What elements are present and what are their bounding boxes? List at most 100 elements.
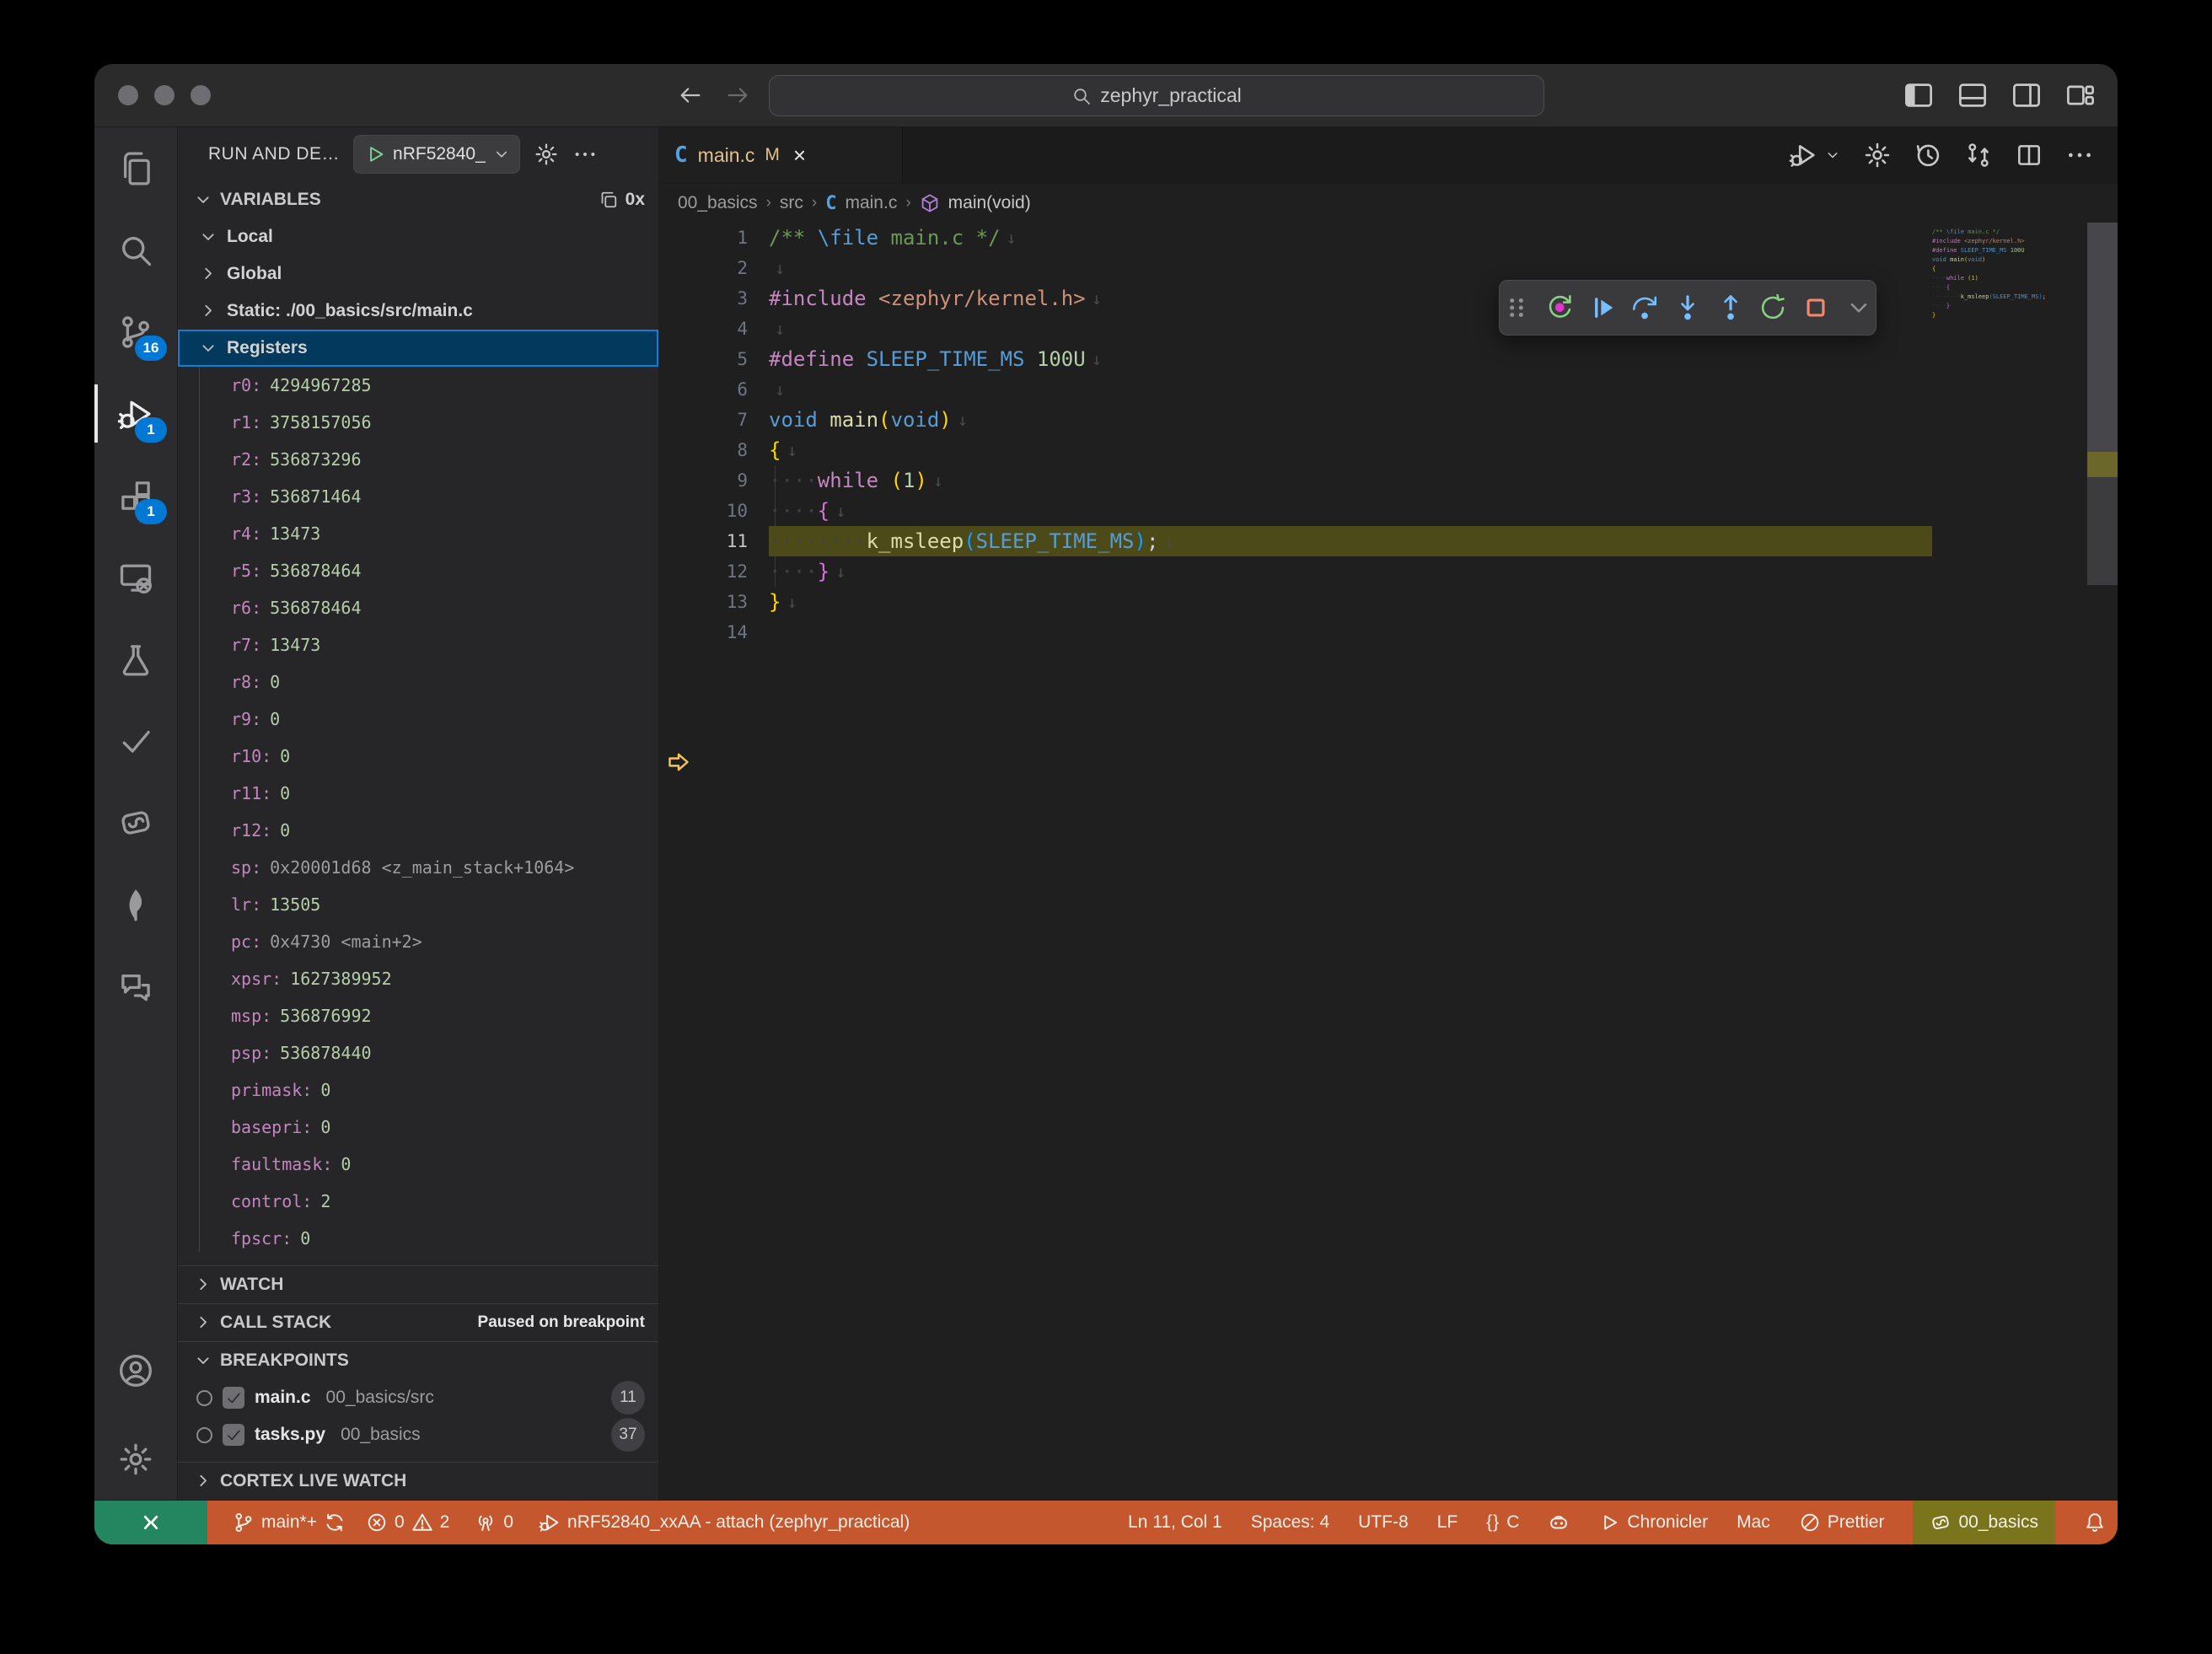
variables-scope-registers[interactable]: Registers [178, 330, 658, 367]
code-line-1[interactable]: 1/** \file main.c */↓ [659, 223, 1932, 253]
step-over-button[interactable] [1628, 289, 1662, 326]
register-row-r6[interactable]: r6:536878464 [178, 589, 658, 626]
activity-bar-item-workspace-tool[interactable] [94, 781, 177, 863]
line-number[interactable]: 12 [659, 561, 748, 582]
activity-bar-item-search[interactable] [94, 209, 177, 291]
restart-button[interactable] [1756, 289, 1791, 326]
step-out-button[interactable] [1713, 289, 1748, 326]
workspace-status[interactable]: 00_basics [1913, 1501, 2055, 1544]
code-line-8[interactable]: 8{↓ [659, 435, 1932, 465]
editor-more-icon[interactable] [2065, 141, 2094, 169]
line-number[interactable]: 5 [659, 349, 748, 369]
code-line-14[interactable]: 14 [659, 617, 1932, 647]
variables-scope-local[interactable]: Local [178, 218, 658, 255]
remote-indicator[interactable] [94, 1501, 207, 1544]
hex-format-toggle[interactable]: 0x [625, 190, 645, 210]
line-number[interactable]: 11 [659, 531, 748, 551]
command-center[interactable]: zephyr_practical [769, 75, 1544, 116]
call-stack-section-header[interactable]: CALL STACK Paused on breakpoint [178, 1303, 658, 1341]
activity-bar-item-explorer[interactable] [94, 127, 177, 209]
scrollbar-track[interactable] [2087, 223, 2118, 585]
cortex-live-watch-section-header[interactable]: CORTEX LIVE WATCH [178, 1462, 658, 1500]
editor-settings-icon[interactable] [1863, 141, 1892, 169]
register-row-r5[interactable]: r5:536878464 [178, 552, 658, 589]
activity-bar-item-source-control[interactable]: 16 [94, 291, 177, 373]
breadcrumb-item[interactable]: main(void) [948, 193, 1031, 213]
register-row-r2[interactable]: r2:536873296 [178, 441, 658, 478]
continue-button[interactable] [1585, 289, 1619, 326]
scrollbar-slider[interactable] [2087, 223, 2118, 452]
breakpoints-section-header[interactable]: BREAKPOINTS [178, 1341, 658, 1379]
timeline-history-icon[interactable] [1914, 141, 1942, 169]
line-number[interactable]: 8 [659, 440, 748, 460]
register-row-r10[interactable]: r10:0 [178, 738, 658, 775]
code-line-10[interactable]: 10····{↓ [659, 496, 1932, 526]
minimize-window-button[interactable] [154, 85, 174, 105]
breakpoint-row-tasks-py[interactable]: tasks.py00_basics37 [178, 1416, 658, 1453]
toggle-primary-sidebar-button[interactable] [1903, 80, 1934, 110]
register-row-xpsr[interactable]: xpsr:1627389952 [178, 960, 658, 997]
line-number[interactable]: 14 [659, 622, 748, 642]
branch-status[interactable]: main*+ [233, 1501, 346, 1544]
debug-settings-gear-icon[interactable] [534, 142, 559, 167]
register-row-basepri[interactable]: basepri:0 [178, 1109, 658, 1146]
line-number[interactable]: 10 [659, 501, 748, 521]
split-editor-icon[interactable] [2015, 141, 2043, 169]
code-line-5[interactable]: 5#define SLEEP_TIME_MS 100U↓ [659, 344, 1932, 374]
run-or-debug-icon[interactable] [1789, 141, 1817, 169]
watch-section-header[interactable]: WATCH [178, 1265, 658, 1303]
line-number[interactable]: 2 [659, 258, 748, 278]
line-number[interactable]: 1 [659, 228, 748, 248]
toggle-panel-button[interactable] [1957, 80, 1988, 110]
chronicler-status[interactable]: Chronicler [1598, 1501, 1708, 1544]
activity-bar-item-accounts[interactable] [94, 1329, 177, 1411]
breakpoint-row-main-c[interactable]: main.c00_basics/src11 [178, 1379, 658, 1416]
breakpoint-checkbox[interactable] [223, 1424, 244, 1446]
start-debug-icon[interactable] [364, 143, 386, 165]
breadcrumb-item[interactable]: 00_basics [678, 193, 758, 213]
register-row-r1[interactable]: r1:3758157056 [178, 404, 658, 441]
stop-button[interactable] [1799, 289, 1833, 326]
line-number[interactable]: 3 [659, 288, 748, 309]
cursor-position[interactable]: Ln 11, Col 1 [1128, 1501, 1222, 1544]
back-button[interactable] [678, 83, 703, 108]
activity-bar-item-run-and-debug[interactable]: 1 [94, 373, 177, 454]
encoding[interactable]: UTF-8 [1358, 1501, 1409, 1544]
minimap[interactable]: /** \file main.c */#include <zephyr/kern… [1932, 228, 2087, 320]
register-row-r3[interactable]: r3:536871464 [178, 478, 658, 515]
variables-scope-static-00-basics-src-main-c[interactable]: Static: ./00_basics/src/main.c [178, 293, 658, 330]
eol-indicator[interactable]: LF [1437, 1501, 1458, 1544]
code-line-2[interactable]: 2↓ [659, 253, 1932, 283]
breakpoint-checkbox[interactable] [223, 1387, 244, 1409]
debug-more-chevron[interactable] [1841, 289, 1876, 326]
toggle-secondary-sidebar-button[interactable] [2011, 80, 2042, 110]
breadcrumb-item[interactable]: src [780, 193, 803, 213]
indentation[interactable]: Spaces: 4 [1251, 1501, 1329, 1544]
line-number[interactable]: 6 [659, 379, 748, 400]
line-number[interactable]: 13 [659, 592, 748, 612]
code-line-13[interactable]: 13}↓ [659, 587, 1932, 617]
close-window-button[interactable] [118, 85, 138, 105]
register-row-r9[interactable]: r9:0 [178, 701, 658, 738]
register-row-msp[interactable]: msp:536876992 [178, 997, 658, 1034]
launch-config-dropdown[interactable]: nRF52840_ [353, 135, 520, 174]
register-row-pc[interactable]: pc:0x4730 <main+2> [178, 923, 658, 960]
register-row-r0[interactable]: r0:4294967285 [178, 367, 658, 404]
activity-bar-item-remote-explorer[interactable] [94, 536, 177, 618]
code-line-12[interactable]: 12····}↓ [659, 556, 1932, 587]
activity-bar-item-extensions[interactable]: 1 [94, 454, 177, 536]
drag-handle[interactable] [1500, 289, 1534, 326]
register-row-r8[interactable]: r8:0 [178, 663, 658, 701]
tab-main-c[interactable]: C main.c M × [659, 127, 903, 183]
variables-scope-global[interactable]: Global [178, 255, 658, 293]
register-row-primask[interactable]: primask:0 [178, 1071, 658, 1109]
register-row-sp[interactable]: sp:0x20001d68 <z_main_stack+1064> [178, 849, 658, 886]
copilot-status[interactable] [1548, 1501, 1570, 1544]
code-area[interactable]: 1/** \file main.c */↓2↓3#include <zephyr… [659, 223, 2118, 1500]
notifications-bell[interactable] [2084, 1501, 2106, 1544]
register-row-r7[interactable]: r7:13473 [178, 626, 658, 663]
register-row-psp[interactable]: psp:536878440 [178, 1034, 658, 1071]
register-row-faultmask[interactable]: faultmask:0 [178, 1146, 658, 1183]
line-number[interactable]: 7 [659, 410, 748, 430]
code-line-11[interactable]: 11········k_msleep(SLEEP_TIME_MS);↓ [659, 526, 1932, 556]
